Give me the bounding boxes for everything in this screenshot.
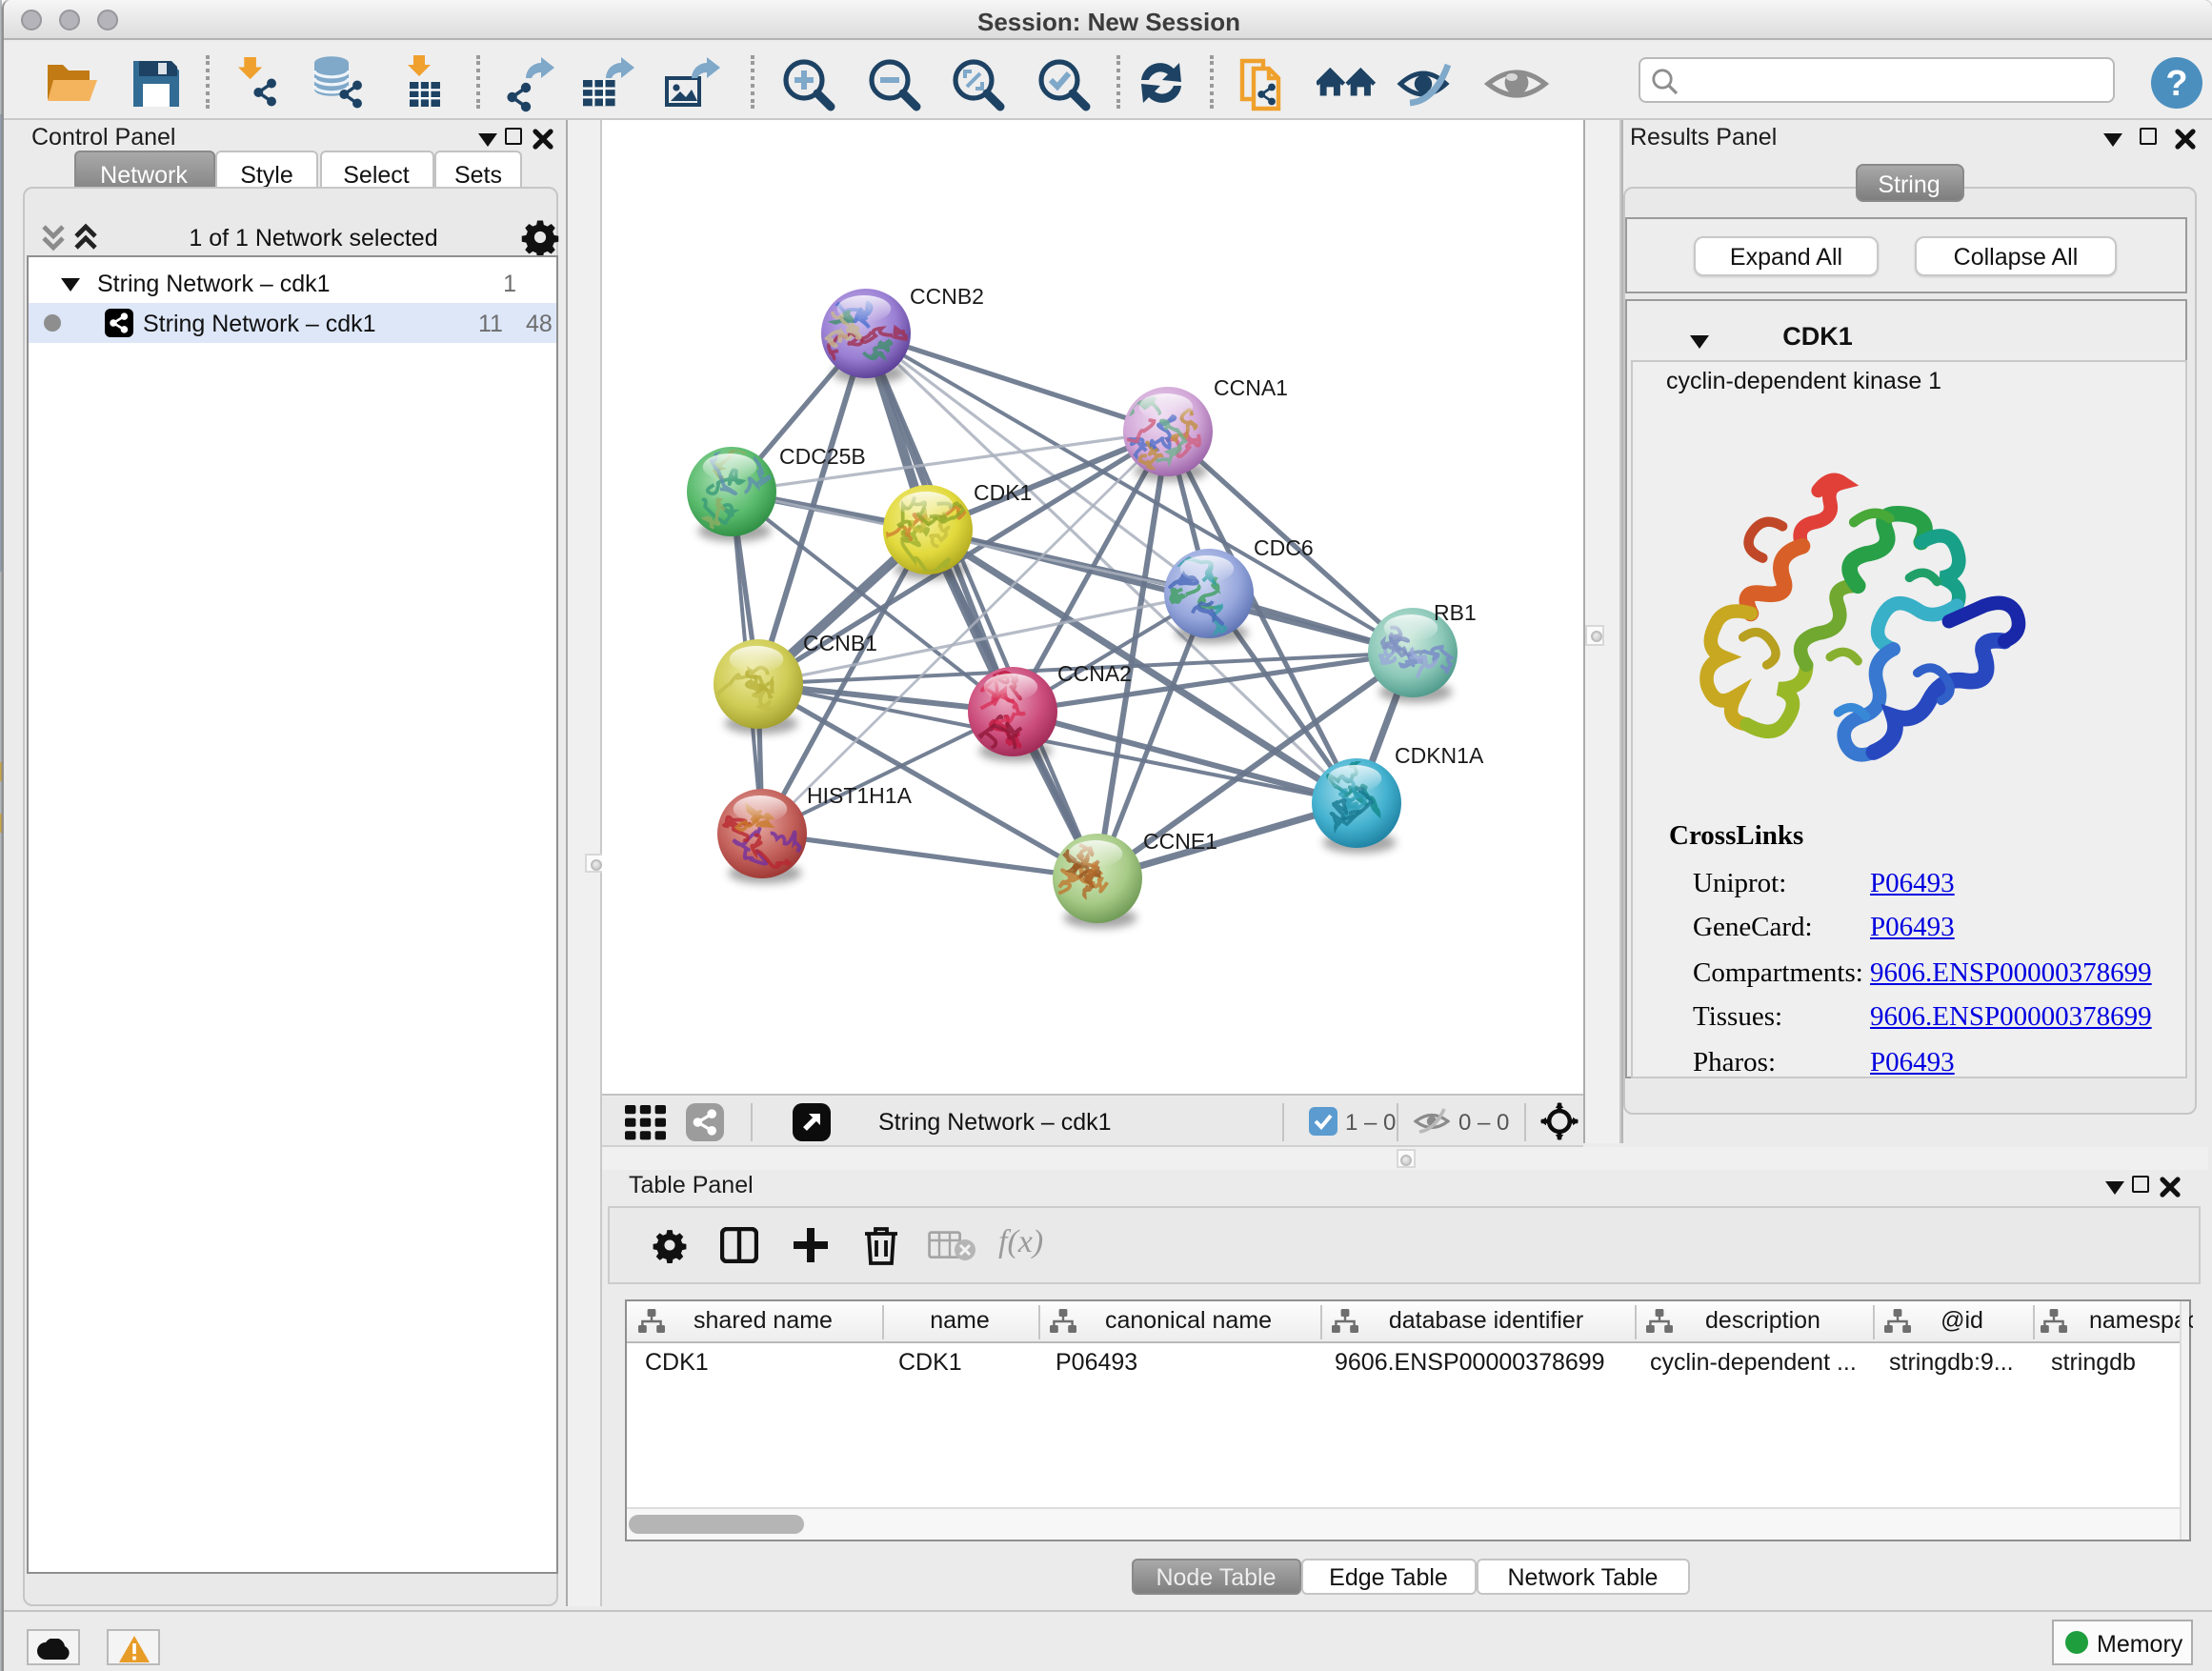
svg-text:?: ? (2164, 64, 2186, 104)
svg-text:CCNB1: CCNB1 (803, 631, 877, 655)
svg-text:CDKN1A: CDKN1A (1395, 743, 1484, 768)
svg-text:CCNB2: CCNB2 (910, 284, 984, 309)
svg-text:CCNA2: CCNA2 (1057, 661, 1132, 686)
svg-text:RB1: RB1 (1434, 600, 1477, 625)
svg-text:HIST1H1A: HIST1H1A (807, 783, 913, 808)
svg-text:CCNE1: CCNE1 (1143, 829, 1217, 854)
svg-text:CDC25B: CDC25B (779, 444, 866, 469)
svg-text:CCNA1: CCNA1 (1214, 375, 1288, 400)
svg-text:CDC6: CDC6 (1254, 535, 1314, 560)
svg-text:CDK1: CDK1 (974, 480, 1032, 505)
